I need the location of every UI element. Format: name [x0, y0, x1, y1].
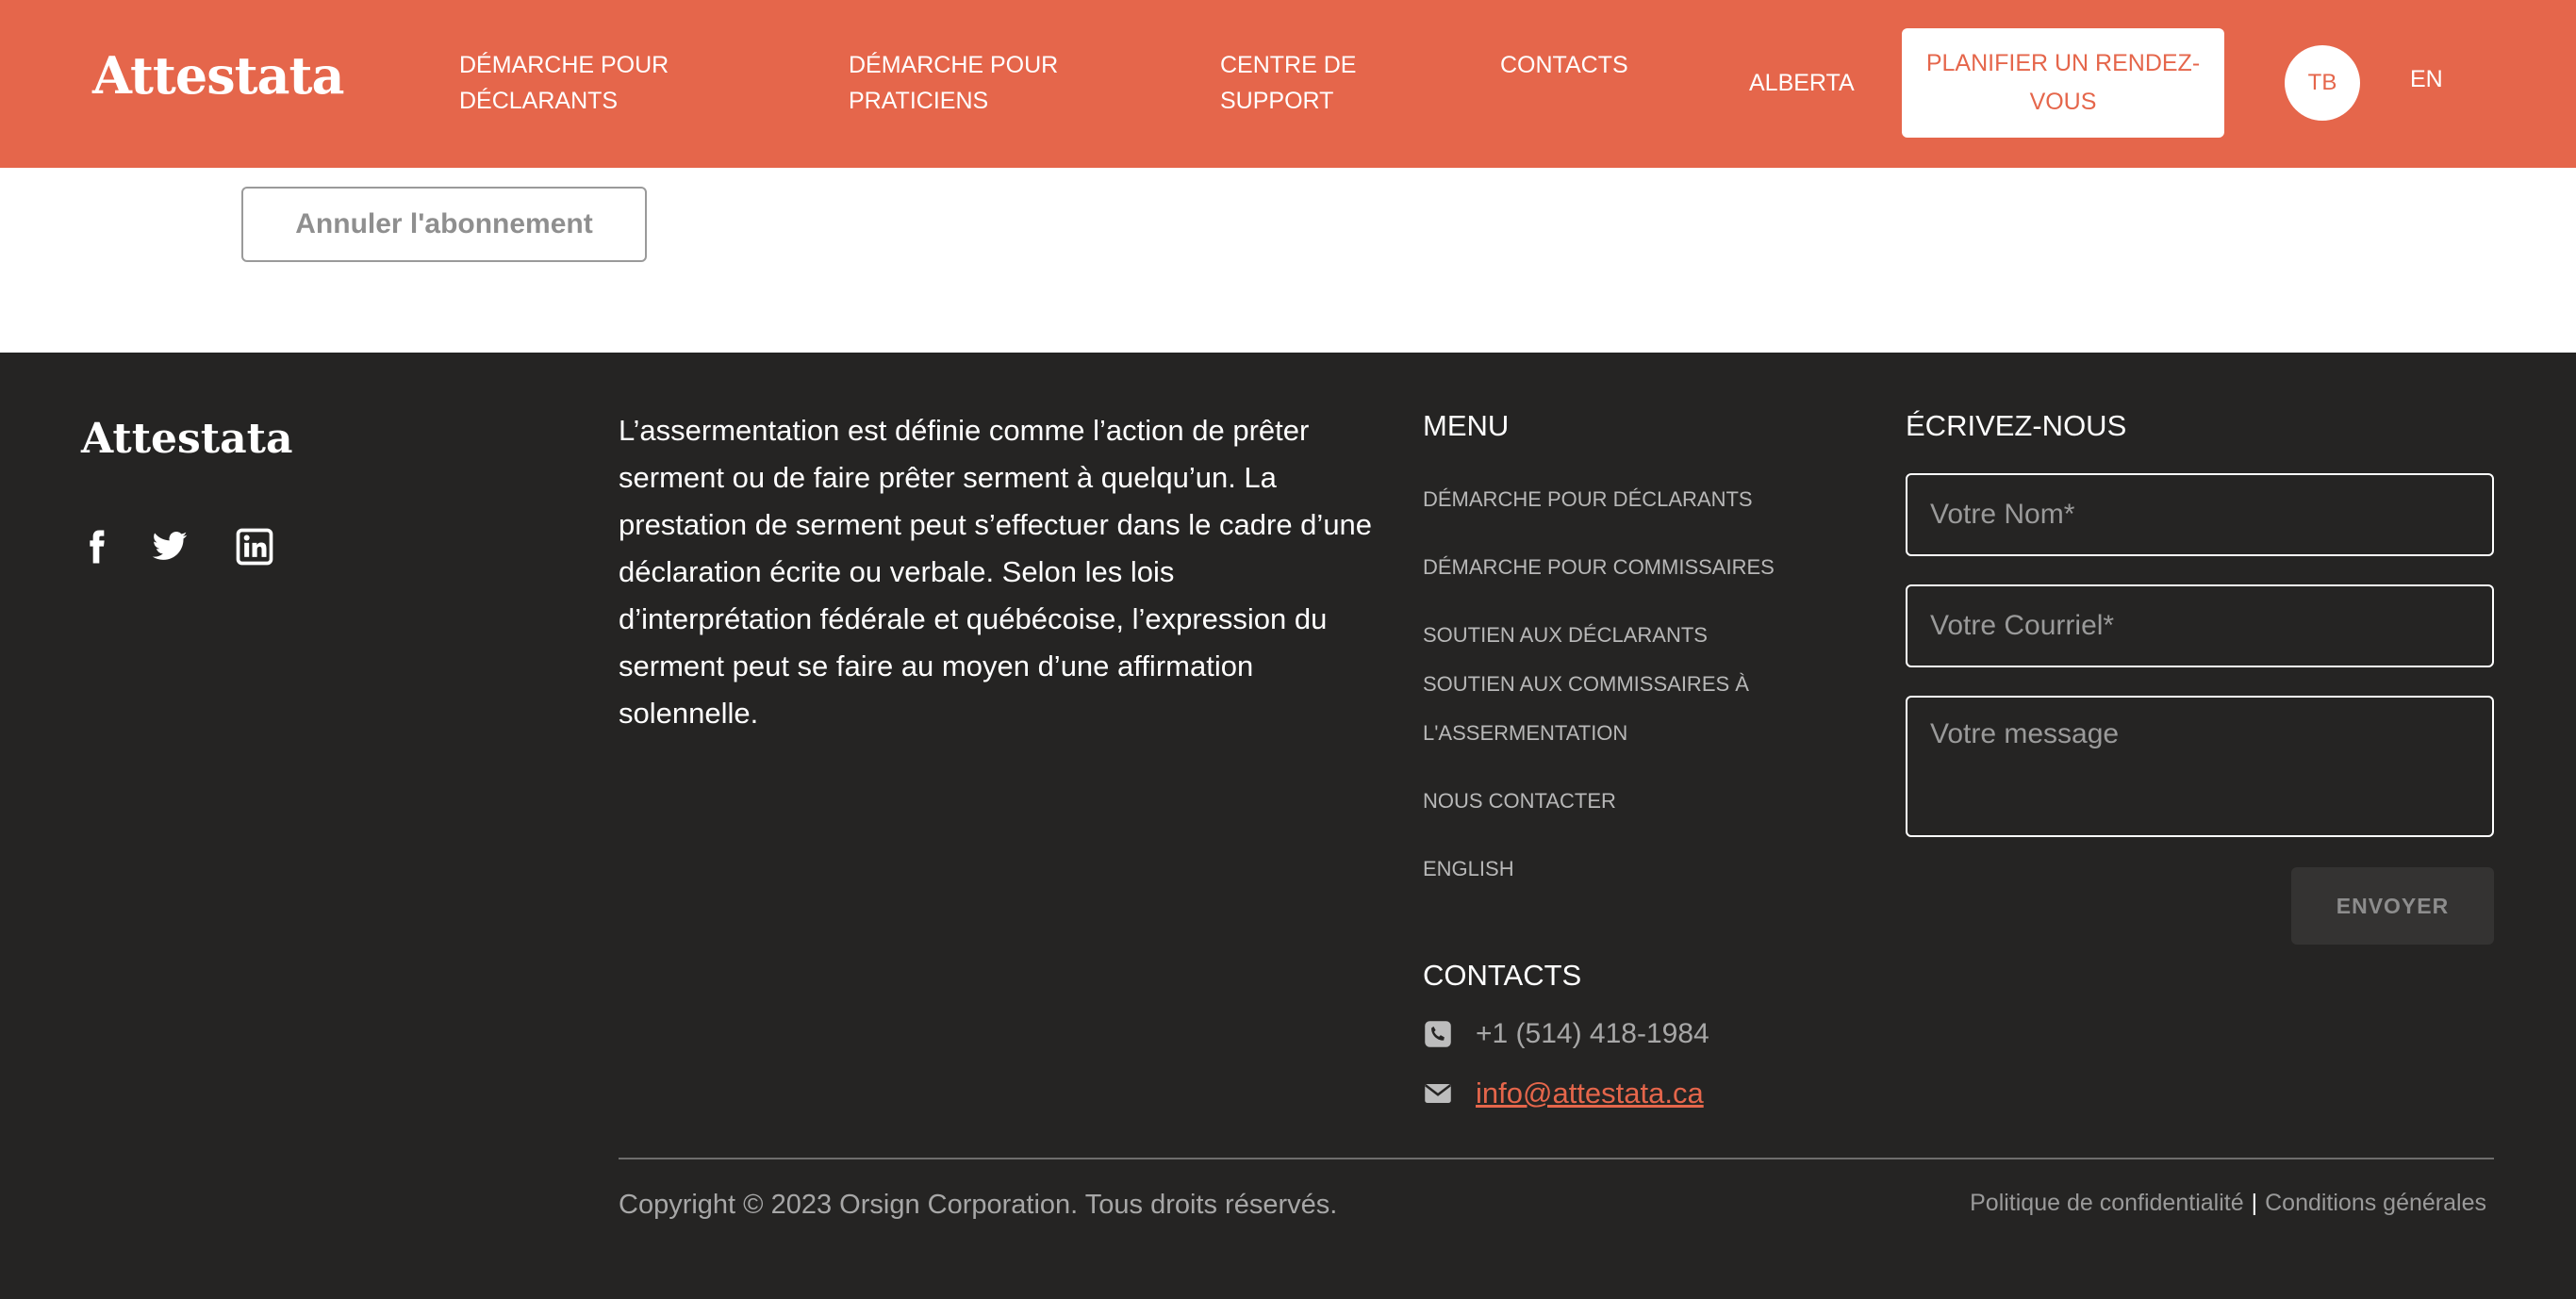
- menu-heading: MENU: [1423, 409, 1510, 442]
- linkedin-icon[interactable]: [234, 528, 275, 566]
- nav-praticiens[interactable]: DÉMARCHE POUR PRATICIENS: [849, 47, 1103, 119]
- menu-link-declarants[interactable]: DÉMARCHE POUR DÉCLARANTS: [1423, 475, 1838, 524]
- menu-link-contact[interactable]: NOUS CONTACTER: [1423, 777, 1838, 826]
- legal-links: Politique de confidentialité | Conditions …: [1970, 1190, 2486, 1217]
- terms-link[interactable]: Conditions générales: [2265, 1190, 2486, 1216]
- phone-icon: [1423, 1020, 1453, 1048]
- contact-form-heading: ÉCRIVEZ-NOUS: [1906, 409, 2127, 442]
- nav-support[interactable]: CENTRE DE SUPPORT: [1220, 47, 1409, 119]
- menu-link-soutien-commissaires[interactable]: SOUTIEN AUX COMMISSAIRES À L'ASSERMENTAT…: [1423, 660, 1838, 758]
- send-button[interactable]: ENVOYER: [2291, 867, 2494, 945]
- menu-link-english[interactable]: ENGLISH: [1423, 845, 1838, 894]
- menu-link-commissaires[interactable]: DÉMARCHE POUR COMMISSAIRES: [1423, 543, 1838, 592]
- name-field[interactable]: [1906, 473, 2494, 556]
- footer-logo[interactable]: Attestata: [81, 415, 292, 463]
- facebook-icon[interactable]: [75, 528, 117, 566]
- email-link[interactable]: info@attestata.ca: [1476, 1077, 1704, 1110]
- menu-link-soutien-declarants[interactable]: SOUTIEN AUX DÉCLARANTS: [1423, 611, 1838, 660]
- nav-contacts[interactable]: CONTACTS: [1500, 47, 1628, 83]
- contacts-heading: CONTACTS: [1423, 959, 1582, 992]
- envelope-icon: [1423, 1079, 1453, 1108]
- about-text: L’assermentation est définie comme l’act…: [619, 414, 1373, 730]
- email-row: info@attestata.ca: [1423, 1077, 1704, 1110]
- footer-divider: [619, 1158, 2494, 1159]
- site-logo[interactable]: Attestata: [92, 45, 344, 106]
- nav-declarants[interactable]: DÉMARCHE POUR DÉCLARANTS: [459, 47, 714, 119]
- cancel-subscription-button[interactable]: Annuler l'abonnement: [241, 187, 647, 262]
- legal-separator: |: [2251, 1190, 2258, 1216]
- phone-row: +1 (514) 418-1984: [1423, 1018, 1709, 1050]
- privacy-policy-link[interactable]: Politique de confidentialité: [1970, 1190, 2243, 1216]
- site-header: Attestata DÉMARCHE POUR DÉCLARANTS DÉMAR…: [0, 0, 2576, 168]
- phone-number: +1 (514) 418-1984: [1476, 1018, 1709, 1049]
- site-footer: Attestata L’assermentation est définie c…: [0, 353, 2576, 1299]
- user-avatar[interactable]: TB: [2285, 45, 2360, 121]
- nav-alberta[interactable]: ALBERTA: [1749, 65, 1855, 101]
- message-field[interactable]: [1906, 696, 2494, 837]
- footer-menu: DÉMARCHE POUR DÉCLARANTS DÉMARCHE POUR C…: [1423, 475, 1838, 894]
- copyright-text: Copyright © 2023 Orsign Corporation. Tou…: [619, 1190, 1338, 1220]
- book-appointment-button[interactable]: PLANIFIER UN RENDEZ-VOUS: [1902, 28, 2224, 138]
- email-field[interactable]: [1906, 584, 2494, 667]
- language-switch[interactable]: EN: [2410, 66, 2443, 93]
- twitter-icon[interactable]: [149, 528, 190, 566]
